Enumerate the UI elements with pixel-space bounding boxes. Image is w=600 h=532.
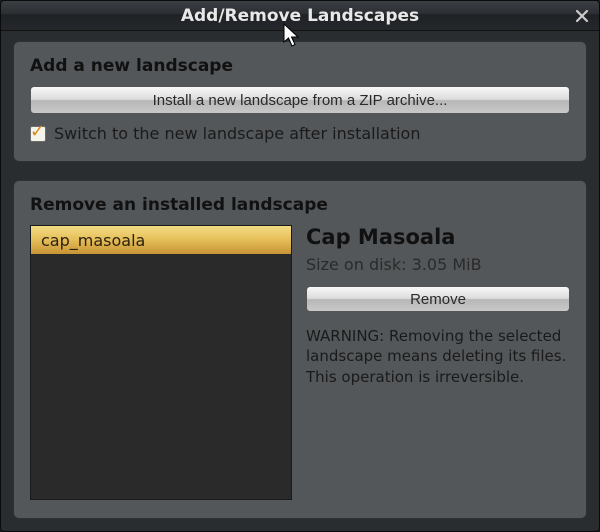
install-button-label: Install a new landscape from a ZIP archi…	[153, 92, 448, 109]
dialog-body: Add a new landscape Install a new landsc…	[1, 31, 599, 531]
selected-landscape-size: Size on disk: 3.05 MiB	[306, 255, 570, 274]
add-landscape-panel: Add a new landscape Install a new landsc…	[13, 41, 587, 162]
switch-checkbox[interactable]: ✓	[30, 126, 46, 142]
selected-landscape-title: Cap Masoala	[306, 225, 570, 249]
install-from-zip-button[interactable]: Install a new landscape from a ZIP archi…	[30, 86, 570, 114]
remove-landscape-panel: Remove an installed landscape cap_masoal…	[13, 180, 587, 519]
remove-landscape-heading: Remove an installed landscape	[30, 195, 570, 215]
remove-button[interactable]: Remove	[306, 286, 570, 312]
remove-button-label: Remove	[410, 291, 466, 308]
dialog-window: Add/Remove Landscapes Add a new landscap…	[0, 0, 600, 532]
switch-checkbox-label: Switch to the new landscape after instal…	[54, 124, 420, 143]
switch-checkbox-row: ✓ Switch to the new landscape after inst…	[30, 124, 570, 143]
list-item[interactable]: cap_masoala	[31, 226, 291, 254]
close-icon	[575, 9, 589, 23]
add-landscape-heading: Add a new landscape	[30, 56, 570, 76]
remove-warning-text: WARNING: Removing the selected landscape…	[306, 326, 570, 387]
titlebar: Add/Remove Landscapes	[1, 1, 599, 31]
window-title: Add/Remove Landscapes	[181, 6, 419, 26]
list-item-label: cap_masoala	[41, 231, 145, 250]
close-button[interactable]	[571, 5, 593, 27]
landscape-list[interactable]: cap_masoala	[30, 225, 292, 500]
remove-grid: cap_masoala Cap Masoala Size on disk: 3.…	[30, 225, 570, 500]
landscape-detail: Cap Masoala Size on disk: 3.05 MiB Remov…	[306, 225, 570, 500]
check-icon: ✓	[30, 123, 45, 141]
